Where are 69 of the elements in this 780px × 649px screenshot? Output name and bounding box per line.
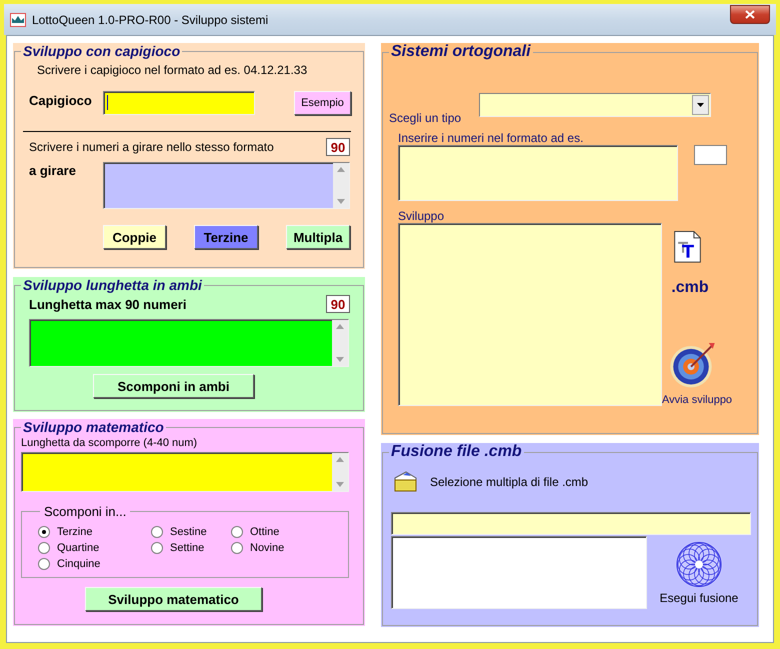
dropdown-button[interactable] (692, 95, 709, 115)
action-button[interactable]: Terzine (194, 225, 258, 249)
field-label: Lunghetta max 90 numeri (29, 296, 188, 312)
radio-button[interactable] (38, 526, 50, 538)
radio-button[interactable] (231, 542, 243, 554)
radio-label[interactable]: Terzine (57, 526, 92, 538)
file-list[interactable] (391, 536, 647, 609)
scroll-up-icon[interactable] (336, 457, 344, 462)
select-files-label[interactable]: Selezione multipla di file .cmb (430, 474, 588, 488)
capigioco-field[interactable] (103, 91, 255, 115)
radio-label[interactable]: Sestine (170, 526, 207, 538)
field-label: Capigioco (29, 93, 93, 108)
file-path-field[interactable] (391, 512, 751, 535)
crown-icon (10, 12, 26, 26)
scrollbar[interactable] (332, 320, 348, 366)
section-title: Sviluppo matematico (22, 419, 165, 435)
count-field[interactable] (694, 145, 727, 165)
spiral-icon[interactable] (675, 542, 723, 587)
radio-label[interactable]: Novine (250, 542, 284, 554)
scroll-down-icon[interactable] (337, 199, 345, 204)
develop-button[interactable]: Sviluppo matematico (85, 587, 262, 611)
field-label: Sviluppo (398, 209, 446, 223)
radio-label[interactable]: Cinquine (57, 558, 100, 570)
radio-label[interactable]: Quartine (57, 542, 100, 554)
hint-text: Scrivere i capigioco nel formato ad es. 04.12.21.33 (37, 63, 308, 77)
caret-icon (697, 103, 704, 107)
section-title: Sviluppo con capigioco (22, 43, 182, 59)
group-title: Scomponi in... (43, 504, 128, 519)
radio-button[interactable] (231, 526, 243, 538)
radio-label[interactable]: Settine (170, 542, 204, 554)
numbers-text-area[interactable] (398, 145, 678, 201)
numbers-text-area[interactable] (21, 452, 349, 492)
field-label: Inserire i numeri nel formato ad es. (398, 131, 584, 145)
radio-label[interactable]: Ottine (250, 526, 280, 538)
scroll-up-icon[interactable] (336, 324, 344, 329)
action-button[interactable]: Multipla (286, 225, 350, 249)
merge-label: Esegui fusione (660, 591, 738, 605)
numbers-text-area[interactable] (29, 319, 349, 367)
section-title: Fusione file .cmb (390, 443, 523, 461)
window-title: LottoQueen 1.0-PRO-R00 - Sviluppo sistemi (32, 12, 270, 26)
field-label: a girare (29, 163, 77, 178)
count-field[interactable]: 90 (326, 138, 350, 156)
scrollbar[interactable] (333, 163, 349, 208)
example-button[interactable]: Esempio (294, 91, 351, 115)
section-title: Sviluppo lunghetta in ambi (22, 277, 203, 293)
radio-button[interactable] (151, 542, 163, 554)
radio-button[interactable] (38, 542, 50, 554)
count-field[interactable]: 90 (326, 295, 350, 313)
close-button[interactable] (730, 5, 770, 24)
numbers-text-area[interactable] (103, 162, 350, 209)
type-dropdown[interactable] (479, 93, 711, 117)
scroll-down-icon[interactable] (336, 357, 344, 362)
start-label: Avvia sviluppo (662, 394, 732, 406)
close-icon (745, 10, 755, 19)
section-title: Sistemi ortogonali (390, 43, 532, 61)
file-extension: .cmb (671, 278, 709, 297)
scrollbar[interactable] (332, 453, 348, 491)
field-label: Lunghetta da scomporre (4-40 num) (21, 437, 198, 449)
folder-icon[interactable] (394, 471, 418, 492)
hint-text: Scrivere i numeri a girare nello stesso formato (29, 140, 275, 154)
text-file-icon[interactable] (674, 231, 700, 263)
split-button[interactable]: Scomponi in ambi (93, 374, 254, 398)
field-label: Scegli un tipo (389, 111, 462, 125)
action-button[interactable]: Coppie (103, 225, 166, 249)
radio-button[interactable] (38, 558, 50, 570)
target-icon[interactable] (669, 340, 717, 388)
scroll-up-icon[interactable] (337, 167, 345, 172)
scroll-down-icon[interactable] (336, 482, 344, 487)
radio-button[interactable] (151, 526, 163, 538)
